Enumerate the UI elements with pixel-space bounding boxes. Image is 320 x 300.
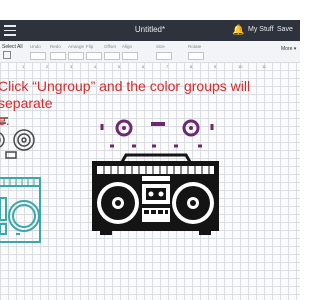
canvas-artwork <box>0 117 219 243</box>
boombox-foot <box>100 231 112 235</box>
gray-speaker-inner <box>17 133 31 147</box>
teal-layer[interactable] <box>0 177 41 243</box>
gray-knob-box <box>5 151 17 159</box>
boombox-handle <box>120 153 192 163</box>
boombox-speaker-left-center <box>115 200 121 206</box>
cassette-reel <box>148 191 154 197</box>
boombox-foot <box>199 231 211 235</box>
gray-speaker-center <box>21 137 27 143</box>
cassette-reel <box>158 191 164 197</box>
instruction-line-2: e. <box>0 112 10 128</box>
boombox-tuner-strip <box>97 166 214 174</box>
boombox-speaker-right-center <box>190 200 196 206</box>
teal-speaker <box>12 204 36 228</box>
teal-panel <box>0 197 7 221</box>
black-boombox[interactable] <box>92 153 219 235</box>
teal-panel <box>0 223 7 235</box>
boombox-display <box>142 176 170 181</box>
gray-speaker-outer <box>13 129 35 151</box>
instruction-line-1: Click “Ungroup” and the color groups wil… <box>0 78 251 111</box>
instruction-text: Click “Ungroup” and the color groups wil… <box>0 78 298 129</box>
